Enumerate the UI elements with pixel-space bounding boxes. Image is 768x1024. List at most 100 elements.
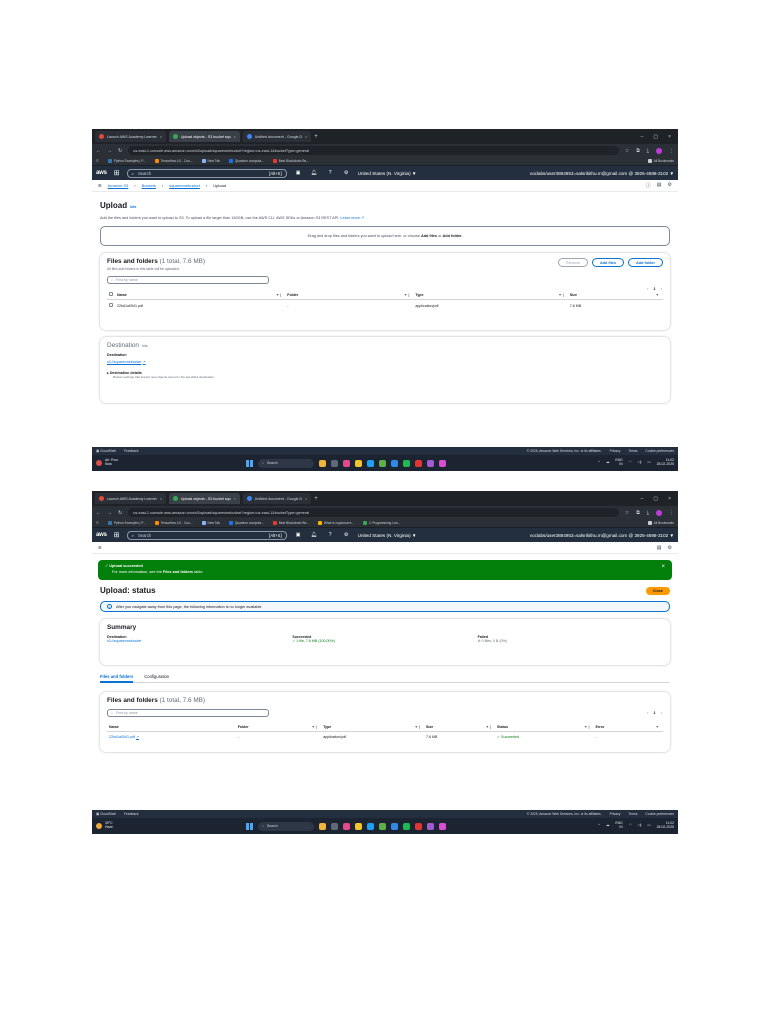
apps-icon[interactable]: ☰ (96, 159, 99, 163)
close-icon[interactable]: × (305, 497, 307, 501)
bookmark[interactable]: Python Examples | P... (107, 159, 146, 163)
remove-button[interactable]: Remove (557, 258, 588, 267)
taskbar-search[interactable]: ⌕ Search (258, 458, 314, 468)
close-icon[interactable]: × (234, 497, 236, 501)
column-header[interactable]: Status ▼ | (495, 723, 594, 732)
app-icon[interactable] (415, 459, 422, 467)
notifications-icon[interactable]: ▤ (657, 182, 662, 189)
select-all-checkbox[interactable] (109, 292, 113, 296)
close-window-icon[interactable]: × (668, 496, 671, 502)
bookmark[interactable]: Best Blockchain Be... (272, 521, 309, 525)
restore-icon[interactable]: ▢ (653, 496, 658, 502)
widgets-icon[interactable] (319, 459, 326, 467)
cloud-icon[interactable]: ☁ (606, 460, 609, 465)
page-number[interactable]: 1 (653, 286, 655, 291)
settings-icon[interactable]: ⚙ (668, 545, 672, 551)
breadcrumb-amazon-s3[interactable]: Amazon S3 (108, 183, 129, 188)
cookie-preferences-link[interactable]: Cookie preferences (645, 449, 674, 453)
bookmark[interactable]: Best Blockchain Be... (272, 159, 309, 163)
cloudshell-icon[interactable]: ▣ (294, 531, 303, 540)
services-grid-icon[interactable]: ⊞ (114, 532, 120, 539)
browser-tab[interactable]: Launch AWS Academy Learner × (95, 493, 166, 504)
app-icon[interactable] (415, 822, 422, 830)
aws-logo[interactable]: aws (96, 170, 107, 176)
close-icon[interactable]: × (160, 497, 162, 501)
column-header[interactable]: Folder ▼ | (285, 290, 414, 300)
menu-icon[interactable]: ⋮ (669, 510, 674, 516)
avatar[interactable] (656, 147, 662, 154)
close-icon[interactable]: × (160, 135, 162, 139)
close-icon[interactable]: × (234, 135, 236, 139)
add-folder-button[interactable]: Add folder (628, 258, 663, 267)
page-number[interactable]: 1 (653, 710, 655, 715)
app-icon[interactable] (439, 822, 446, 830)
bookmark[interactable]: Python Examples | P... (107, 521, 146, 525)
hamburger-icon[interactable]: ☰ (98, 545, 102, 550)
browser-tab-active[interactable]: Upload objects - S3 bucket squ × (168, 131, 240, 142)
column-header[interactable]: Size ▼ | (424, 723, 496, 732)
extensions-icon[interactable]: ⧉ (636, 148, 640, 154)
download-icon[interactable]: ⤓ (647, 510, 649, 516)
breadcrumb-bucket[interactable]: squareonebucket (169, 183, 200, 188)
file-explorer-icon[interactable] (355, 822, 362, 830)
dismiss-icon[interactable]: × (661, 564, 665, 570)
reload-icon[interactable]: ↻ (118, 148, 122, 154)
search-input[interactable]: ⌕ Search [Alt+S] (126, 168, 287, 178)
region-selector[interactable]: United States (N. Virginia) ▼ (358, 171, 417, 176)
star-icon[interactable]: ☆ (625, 510, 629, 516)
column-header[interactable]: Name (107, 723, 236, 732)
back-icon[interactable]: ← (96, 510, 101, 516)
bookmark[interactable]: Quantum computa... (228, 521, 264, 525)
task-view-icon[interactable] (331, 459, 338, 467)
url-field[interactable]: us-east-1.console.aws.amazon.com/s3/uplo… (128, 508, 619, 517)
destination-link[interactable]: s3://squareonebucket (107, 639, 292, 643)
vscode-icon[interactable] (391, 459, 398, 467)
learn-more-link[interactable]: Learn more (340, 216, 359, 220)
account-menu[interactable]: voclabs/user3884953=salsrikithu.m@gmail.… (530, 171, 674, 176)
edge-icon[interactable] (367, 459, 374, 467)
feedback-link[interactable]: Feedback (124, 449, 138, 453)
terms-link[interactable]: Terms (628, 449, 637, 453)
new-tab-icon[interactable]: + (314, 134, 318, 140)
destination-link[interactable]: s3://squareonebucket (107, 360, 141, 364)
reload-icon[interactable]: ↻ (118, 510, 122, 516)
bookmark[interactable]: Quantum computa... (228, 159, 264, 163)
spotify-icon[interactable] (403, 459, 410, 467)
drop-zone[interactable]: Drag and drop files and folders you want… (100, 226, 670, 246)
services-grid-icon[interactable]: ⊞ (114, 170, 120, 177)
windows-start-icon[interactable] (246, 822, 253, 830)
all-bookmarks[interactable]: All Bookmarks (647, 521, 674, 525)
back-icon[interactable]: ← (96, 148, 101, 154)
cloudshell-link[interactable]: ▣ CloudShell (96, 812, 116, 816)
download-icon[interactable]: ⤓ (647, 148, 649, 154)
region-selector[interactable]: United States (N. Virginia) ▼ (358, 533, 417, 538)
chevron-up-icon[interactable]: ^ (598, 460, 600, 465)
chrome-icon[interactable] (379, 459, 386, 467)
privacy-link[interactable]: Privacy (610, 812, 621, 816)
windows-start-icon[interactable] (246, 459, 253, 467)
column-header[interactable]: Name ▼ | (115, 290, 286, 300)
battery-icon[interactable]: ▭ (647, 823, 650, 828)
extensions-icon[interactable]: ⧉ (636, 510, 640, 516)
wifi-icon[interactable]: ◠ (629, 823, 632, 828)
chevron-left-icon[interactable]: ‹ (647, 286, 648, 291)
column-header[interactable]: Error ▼ (593, 723, 663, 732)
chevron-right-icon[interactable]: › (661, 710, 662, 715)
aws-logo[interactable]: aws (96, 532, 107, 538)
column-header[interactable]: Folder ▼ | (235, 723, 322, 732)
gear-icon[interactable]: ⚙ (342, 169, 351, 178)
clock[interactable]: 11:02 28-02-2025 (657, 459, 674, 466)
chevron-up-icon[interactable]: ^ (598, 823, 600, 828)
breadcrumb-buckets[interactable]: Buckets (142, 183, 156, 188)
battery-icon[interactable]: ▭ (647, 460, 650, 465)
new-tab-icon[interactable]: + (314, 496, 318, 502)
cloud-icon[interactable]: ☁ (606, 823, 609, 828)
spotify-icon[interactable] (403, 822, 410, 830)
all-bookmarks[interactable]: All Bookmarks (647, 159, 674, 163)
volume-icon[interactable]: ◁) (638, 823, 642, 828)
app-icon[interactable] (427, 459, 434, 467)
language-indicator[interactable]: ENG IN (615, 459, 622, 466)
add-files-button[interactable]: Add files (591, 258, 625, 267)
avatar[interactable] (656, 509, 662, 516)
account-menu[interactable]: voclabs/user3884953=salsrikithu.m@gmail.… (530, 533, 674, 538)
